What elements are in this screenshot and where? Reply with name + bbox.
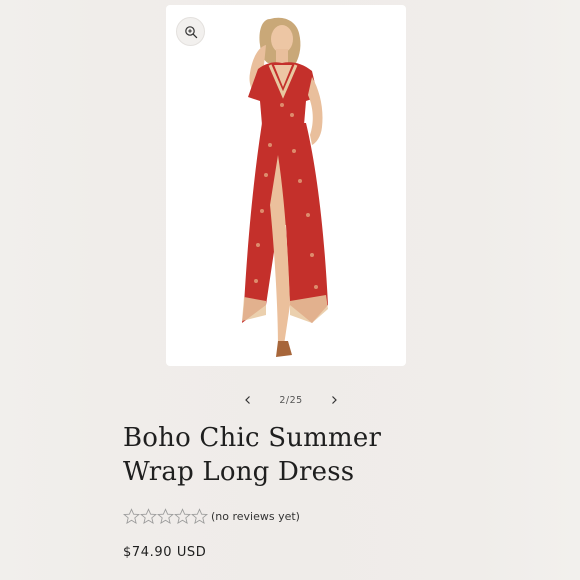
product-title-line1: Boho Chic Summer <box>123 423 382 453</box>
gallery-slider-controls: 2/25 <box>236 388 346 412</box>
product-page: 2/25 Boho Chic Summer Wrap Long Dress (no… <box>0 0 580 580</box>
zoom-in-icon <box>184 25 197 38</box>
rating-stars <box>123 507 208 525</box>
star-outline-icon <box>191 507 208 524</box>
star-outline-icon <box>174 507 191 524</box>
chevron-right-icon <box>332 396 337 404</box>
previous-image-button[interactable] <box>236 388 260 412</box>
review-count-link[interactable]: (no reviews yet) <box>211 510 300 523</box>
product-price: $74.90 USD <box>123 545 207 560</box>
next-image-button[interactable] <box>322 388 346 412</box>
image-counter: 2/25 <box>279 394 303 406</box>
product-image[interactable] <box>166 5 406 366</box>
star-outline-icon <box>140 507 157 524</box>
product-title-line2: Wrap Long Dress <box>123 457 355 487</box>
star-outline-icon <box>157 507 174 524</box>
star-outline-icon <box>123 507 140 524</box>
product-title: Boho Chic Summer Wrap Long Dress <box>123 421 423 489</box>
rating-row: (no reviews yet) <box>123 507 300 525</box>
model-photo <box>242 17 328 357</box>
zoom-button[interactable] <box>176 17 205 46</box>
chevron-left-icon <box>245 396 250 404</box>
